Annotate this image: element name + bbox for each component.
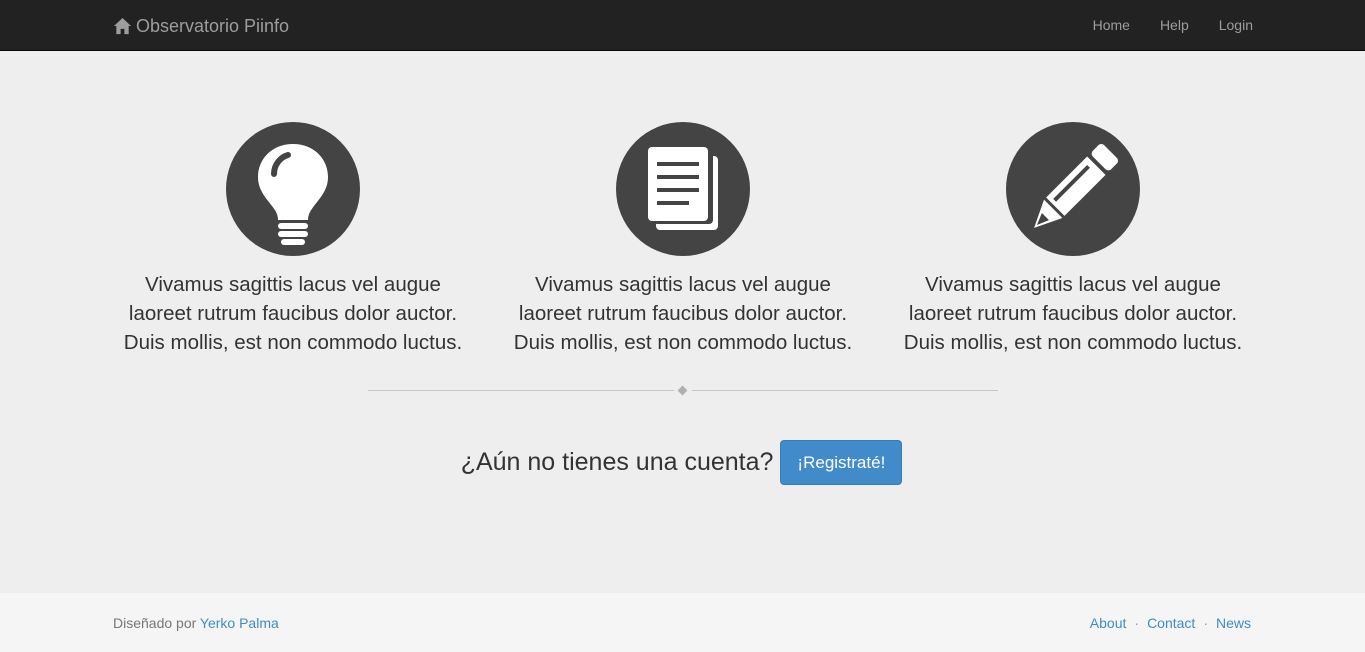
footer-separator: · bbox=[1134, 615, 1140, 631]
document-icon bbox=[616, 122, 750, 256]
footer-credit: Diseñado por Yerko Palma bbox=[113, 615, 279, 631]
nav-links: Home Help Login bbox=[1078, 0, 1268, 51]
feature-text: Vivamus sagittis lacus vel augue laoreet… bbox=[903, 273, 1243, 354]
feature-item: Vivamus sagittis lacus vel augue laoreet… bbox=[878, 122, 1268, 357]
brand-name: Observatorio Piinfo bbox=[136, 15, 290, 36]
register-button[interactable]: ¡Registraté! bbox=[780, 440, 903, 485]
divider-diamond bbox=[677, 385, 688, 396]
home-icon bbox=[113, 17, 132, 36]
pencil-icon bbox=[1006, 122, 1140, 256]
cta-question: ¿Aún no tienes una cuenta? bbox=[460, 448, 774, 476]
signup-cta: ¿Aún no tienes una cuenta? ¡Registraté! bbox=[0, 440, 1365, 485]
footer-about-link[interactable]: About bbox=[1090, 615, 1127, 631]
nav-help[interactable]: Help bbox=[1145, 0, 1204, 51]
designed-by-label: Diseñado por bbox=[113, 615, 197, 631]
divider-line-left bbox=[368, 390, 674, 391]
footer: Diseñado por Yerko Palma About · Contact · N… bbox=[0, 593, 1365, 652]
navbar: Observatorio Piinfo Home Help Login bbox=[0, 0, 1365, 51]
author-link[interactable]: Yerko Palma bbox=[200, 615, 279, 631]
footer-separator: · bbox=[1203, 615, 1208, 631]
footer-news-link[interactable]: News bbox=[1216, 615, 1251, 631]
feature-text: Vivamus sagittis lacus vel augue laoreet… bbox=[123, 273, 463, 354]
features-row: Vivamus sagittis lacus vel augue laoreet… bbox=[98, 122, 1268, 357]
divider-line-right bbox=[692, 390, 998, 391]
feature-item: Vivamus sagittis lacus vel augue laoreet… bbox=[488, 122, 878, 357]
footer-contact-link[interactable]: Contact bbox=[1147, 615, 1195, 631]
nav-home[interactable]: Home bbox=[1078, 0, 1145, 51]
nav-login[interactable]: Login bbox=[1204, 0, 1268, 51]
footer-links: About · Contact · News bbox=[1090, 615, 1251, 631]
brand-link[interactable]: Observatorio Piinfo bbox=[113, 14, 289, 38]
section-divider bbox=[368, 385, 998, 397]
lightbulb-icon bbox=[226, 122, 360, 256]
feature-text: Vivamus sagittis lacus vel augue laoreet… bbox=[513, 273, 853, 354]
feature-item: Vivamus sagittis lacus vel augue laoreet… bbox=[98, 122, 488, 357]
